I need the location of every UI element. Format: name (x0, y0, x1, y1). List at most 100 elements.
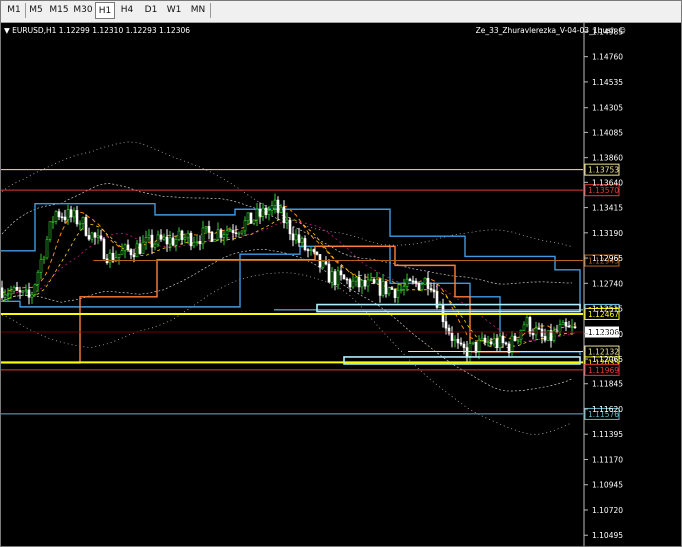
price-levels: 1.137531.135701.129431.125031.124671.121… (0, 163, 620, 420)
timeframe-button-m1[interactable]: M1 (4, 2, 24, 19)
candle-body (297, 234, 301, 243)
candle-body (489, 341, 493, 345)
axis-tick-label: 1.11170 (592, 455, 623, 464)
axis-tick-label: 1.11620 (592, 405, 623, 414)
candle-body (492, 338, 496, 345)
candle-body (429, 288, 433, 291)
candle-body (510, 335, 514, 354)
candle-body (330, 271, 334, 283)
candle-body (42, 257, 46, 260)
candle-body (102, 238, 106, 260)
axis-tick-label: 1.13860 (592, 154, 623, 163)
candle-body (198, 241, 202, 245)
candle-body (366, 279, 370, 287)
candle-body (387, 287, 391, 295)
candle-body (411, 280, 415, 283)
candle-body (567, 325, 571, 328)
candle-body (528, 317, 532, 334)
candle-body (192, 242, 196, 247)
candle-body (45, 239, 49, 259)
candle-body (315, 251, 319, 255)
candle-body (51, 221, 55, 223)
candle-body (18, 290, 22, 293)
candle-body (219, 229, 223, 238)
candle-body (141, 241, 145, 254)
candle-body (240, 230, 244, 234)
candle-body (129, 249, 133, 256)
candle-body (459, 342, 463, 345)
timeframe-button-m5[interactable]: M5 (26, 2, 46, 19)
candle-body (195, 241, 199, 243)
candle-body (90, 232, 94, 240)
candle-body (363, 280, 367, 287)
candle-body (480, 337, 484, 341)
candle-body (96, 235, 100, 238)
candle-body (21, 290, 25, 293)
axis-tick-label: 1.12740 (592, 279, 623, 288)
candle-body (144, 237, 148, 243)
candle-body (534, 327, 538, 336)
indicator-lines (0, 141, 581, 435)
timeframe-button-mn[interactable]: MN (187, 2, 209, 19)
candle-body (519, 329, 523, 340)
symbol-quote: EURUSD,H1 1.12299 1.12310 1.12293 1.1230… (12, 26, 191, 35)
candle-body (393, 289, 397, 298)
axis-tick-label: 1.12065 (592, 355, 623, 364)
axis-tick-label: 1.10495 (592, 531, 623, 540)
candle-body (288, 219, 292, 235)
candle-body (324, 261, 328, 265)
candle-body (150, 234, 154, 248)
candle-body (258, 208, 262, 217)
candle-body (522, 324, 526, 331)
candle-body (402, 286, 406, 290)
envelope-band-upper (1, 183, 573, 285)
axis-tick-label: 1.10945 (592, 481, 623, 490)
candle-body (54, 211, 58, 222)
candle-body (351, 280, 355, 288)
candle-body (525, 317, 529, 326)
timeframe-button-m30[interactable]: M30 (72, 2, 94, 19)
candle-body (354, 276, 358, 282)
candle-body (564, 322, 568, 327)
indicator-name: Ze_33_Zhuravlerezka_V-04-03_1bush (475, 26, 616, 35)
candle-body (423, 277, 427, 285)
candle-body (378, 279, 382, 296)
candle-body (87, 235, 91, 240)
candle-body (93, 232, 97, 238)
candle-body (126, 244, 130, 251)
candle-body (36, 272, 40, 285)
price-level-label: 1.11969 (588, 366, 619, 375)
candle-body (204, 226, 208, 229)
candle-body (477, 339, 481, 353)
candle-body (513, 335, 517, 341)
timeframe-button-m15[interactable]: M15 (48, 2, 70, 19)
smiley-icon[interactable]: ☺ (618, 26, 626, 35)
candle-body (456, 338, 460, 344)
candle-body (84, 217, 88, 236)
collapse-triangle-icon[interactable]: ▼ (4, 26, 12, 35)
candle-body (120, 250, 124, 255)
timeframe-button-d1[interactable]: D1 (140, 2, 162, 19)
candle-body (108, 252, 112, 264)
candle-body (381, 281, 385, 296)
candle-body (186, 232, 190, 239)
candle-body (132, 254, 136, 258)
candle-body (483, 337, 487, 343)
candle-body (39, 259, 43, 273)
timeframe-button-h4[interactable]: H4 (117, 2, 137, 19)
candle-body (201, 227, 205, 245)
candle-body (468, 343, 472, 357)
candle-body (3, 294, 7, 298)
candle-body (396, 290, 400, 298)
candle-body (6, 293, 10, 296)
candle-body (390, 287, 394, 290)
timeframe-button-h1[interactable]: H1 (95, 2, 115, 19)
axis-tick-label: 1.14760 (592, 53, 623, 62)
price-chart[interactable]: 1.137531.135701.129431.125031.124671.121… (0, 23, 682, 547)
candle-body (249, 212, 253, 224)
timeframe-button-w1[interactable]: W1 (164, 2, 184, 19)
candle-body (66, 209, 70, 221)
candle-body (450, 332, 454, 341)
candle-body (24, 289, 28, 292)
candle-body (306, 249, 310, 252)
